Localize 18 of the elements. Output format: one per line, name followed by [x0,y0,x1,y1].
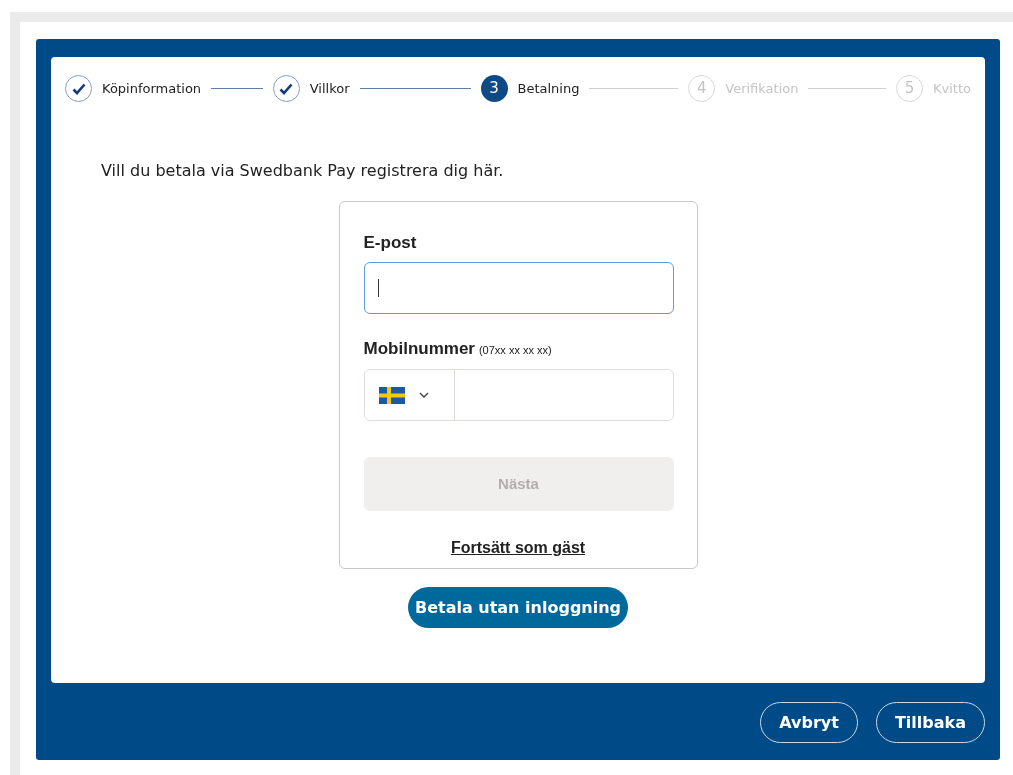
step-label: Verifikation [725,79,799,98]
check-icon [71,82,86,95]
check-icon [279,82,294,95]
step-label: Köpinformation [102,79,202,98]
pay-without-login-button[interactable]: Betala utan inloggning [408,587,628,628]
step-number: 3 [480,75,508,102]
phone-hint: (07xx xx xx xx) [478,342,552,358]
step-label: Kvitto [933,79,971,98]
phone-field[interactable] [363,369,674,421]
phone-label: Mobilnummer [363,337,475,360]
chevron-down-icon [418,392,429,398]
guest-link[interactable]: Fortsätt som gäst [450,536,586,560]
intro-text: Vill du betala via Swedbank Pay registrera dig här. [101,160,505,182]
step-label: Villkor [309,79,350,98]
step-label: Betalning [517,79,580,98]
sweden-flag-icon [378,386,405,404]
email-field[interactable] [363,261,674,314]
email-label: E-post [363,232,418,254]
